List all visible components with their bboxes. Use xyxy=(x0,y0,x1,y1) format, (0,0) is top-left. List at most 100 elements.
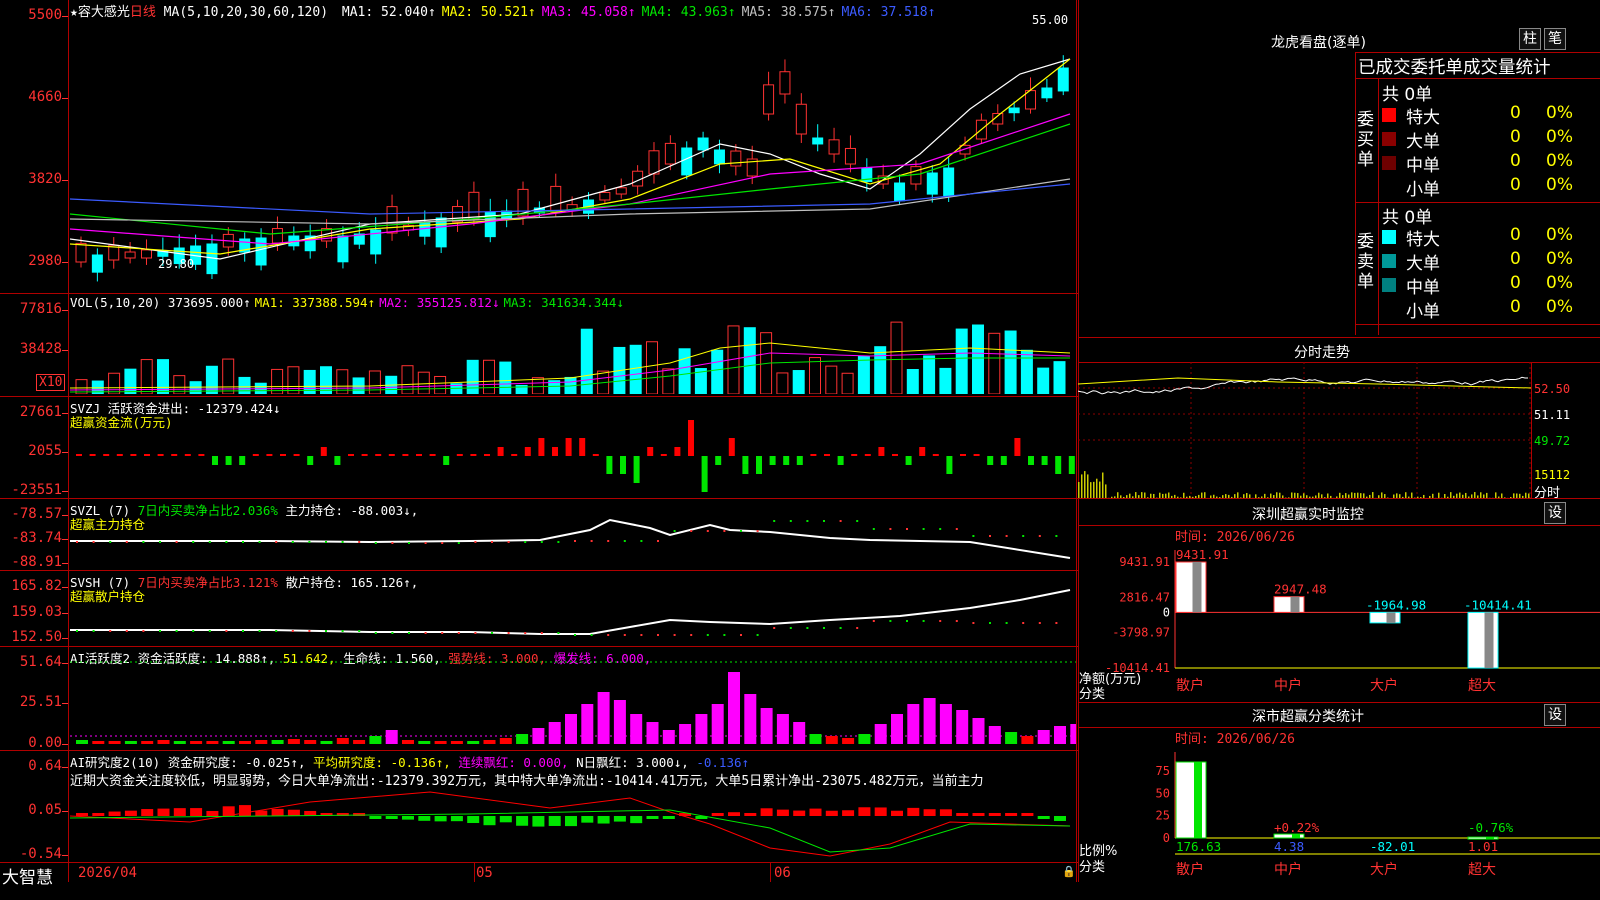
activity-bar xyxy=(1037,730,1050,744)
ai-active-chart[interactable] xyxy=(70,650,1076,749)
position-tick xyxy=(1005,535,1008,537)
activity-bar xyxy=(516,734,529,744)
volume-bar xyxy=(743,327,756,394)
flow-bar xyxy=(266,454,273,456)
flow-bar xyxy=(239,456,246,465)
buy-order-row: 大单 0 0% xyxy=(1380,127,1600,152)
position-line xyxy=(70,589,1071,635)
position-tick xyxy=(856,520,859,522)
flow-bar xyxy=(320,447,327,456)
flow-bar xyxy=(1028,456,1034,465)
research-bar xyxy=(467,816,480,824)
position-tick xyxy=(856,627,859,629)
position-tick xyxy=(939,620,942,622)
order-percent: 0% xyxy=(1546,249,1573,269)
position-tick xyxy=(341,541,344,543)
flow-bar xyxy=(1014,438,1021,456)
volume-bar xyxy=(711,349,724,394)
sz-class-settings-button[interactable]: 设 xyxy=(1544,704,1566,726)
research-bar xyxy=(173,808,186,816)
ai-research-chart[interactable] xyxy=(70,752,1076,862)
volume-bar xyxy=(972,324,984,394)
position-tick xyxy=(640,634,643,636)
research-bar xyxy=(206,810,219,816)
column-mode-button[interactable]: 柱 xyxy=(1519,28,1541,50)
candle-body xyxy=(812,137,824,145)
position-tick xyxy=(706,530,709,532)
flow-bar xyxy=(429,454,436,456)
flow-bar xyxy=(742,456,749,474)
candle-body xyxy=(648,150,660,175)
position-tick xyxy=(275,630,278,632)
flow-bar xyxy=(171,454,178,456)
flow-bar xyxy=(76,454,82,456)
research-bar xyxy=(1021,813,1034,816)
flow-bar xyxy=(892,454,898,456)
sz-class-chart[interactable]: 75 50 25 0 176.63 散户 +0.22% 4.38 中户 -82.01 大户 -0.76… xyxy=(1078,742,1600,882)
position-tick xyxy=(1055,622,1058,624)
sz-monitor-chart[interactable]: 9431.91 2816.470 -3798.97 -10414.41 9431.91 散… xyxy=(1078,540,1600,700)
candlestick-chart[interactable] xyxy=(70,14,1076,292)
research-bar xyxy=(923,809,936,816)
ma-line-2 xyxy=(70,58,1071,255)
svzj-chart[interactable] xyxy=(70,400,1076,496)
position-tick xyxy=(1038,535,1041,537)
activity-bar xyxy=(190,741,203,744)
activity-bar xyxy=(92,741,105,744)
volume-bar xyxy=(825,365,838,394)
research-bar xyxy=(613,816,626,822)
research-bar xyxy=(711,813,724,816)
svsh-chart[interactable] xyxy=(70,572,1076,646)
research-bar xyxy=(907,807,920,816)
position-tick xyxy=(441,542,444,544)
activity-bar xyxy=(434,741,447,744)
position-tick xyxy=(242,541,244,543)
candle-body xyxy=(697,137,709,151)
sz-monitor-xlabel: 分类 xyxy=(1079,687,1106,702)
activity-bar xyxy=(825,736,838,744)
flow-bar xyxy=(402,454,409,456)
position-tick xyxy=(690,530,693,532)
position-tick xyxy=(906,620,908,622)
flow-bar xyxy=(538,438,545,456)
position-tick xyxy=(76,630,78,632)
buy-order-row: 小单 0 0% xyxy=(1380,175,1600,200)
position-tick xyxy=(806,627,809,629)
intraday-axis-label: 15112 xyxy=(1534,468,1571,482)
sz-class-bar-shade xyxy=(1194,762,1202,838)
position-tick xyxy=(92,630,95,632)
svzl-chart[interactable] xyxy=(70,500,1076,570)
position-tick xyxy=(225,630,228,632)
legend-swatch xyxy=(1382,156,1396,170)
position-tick xyxy=(374,632,377,634)
intraday-chart[interactable] xyxy=(1078,362,1532,498)
flow-bar xyxy=(579,438,586,456)
position-tick xyxy=(208,630,211,632)
sz-class-delta-label: -0.76% xyxy=(1468,820,1514,835)
research-bar xyxy=(108,811,121,816)
flow-bar xyxy=(157,454,164,456)
position-tick xyxy=(773,520,776,522)
candle-body xyxy=(435,217,447,248)
main-chart-area[interactable]: ★容大感光日线 MA(5,10,20,30,60,120) MA1: 52.04… xyxy=(0,0,1078,888)
intraday-title: 分时走势 xyxy=(1294,345,1350,361)
sz-class-delta-label: +0.22% xyxy=(1274,820,1320,835)
volume-bar xyxy=(809,357,821,394)
sz-monitor-settings-button[interactable]: 设 xyxy=(1544,502,1566,524)
research-bar xyxy=(76,813,88,816)
activity-bar xyxy=(956,710,969,744)
stroke-mode-button[interactable]: 笔 xyxy=(1544,28,1566,50)
research-bar xyxy=(124,810,137,816)
position-tick xyxy=(258,541,261,543)
research-bar xyxy=(939,809,952,816)
research-bar xyxy=(842,810,855,816)
flow-bar xyxy=(837,456,844,465)
volume-bar xyxy=(662,368,675,394)
flow-bar xyxy=(905,456,912,465)
flow-bar xyxy=(361,454,368,456)
lock-icon[interactable]: 🔒 xyxy=(1062,865,1076,878)
position-tick xyxy=(773,627,776,629)
candle-body xyxy=(894,182,906,202)
candle-body xyxy=(1057,67,1069,92)
volume-chart[interactable] xyxy=(70,308,1076,394)
